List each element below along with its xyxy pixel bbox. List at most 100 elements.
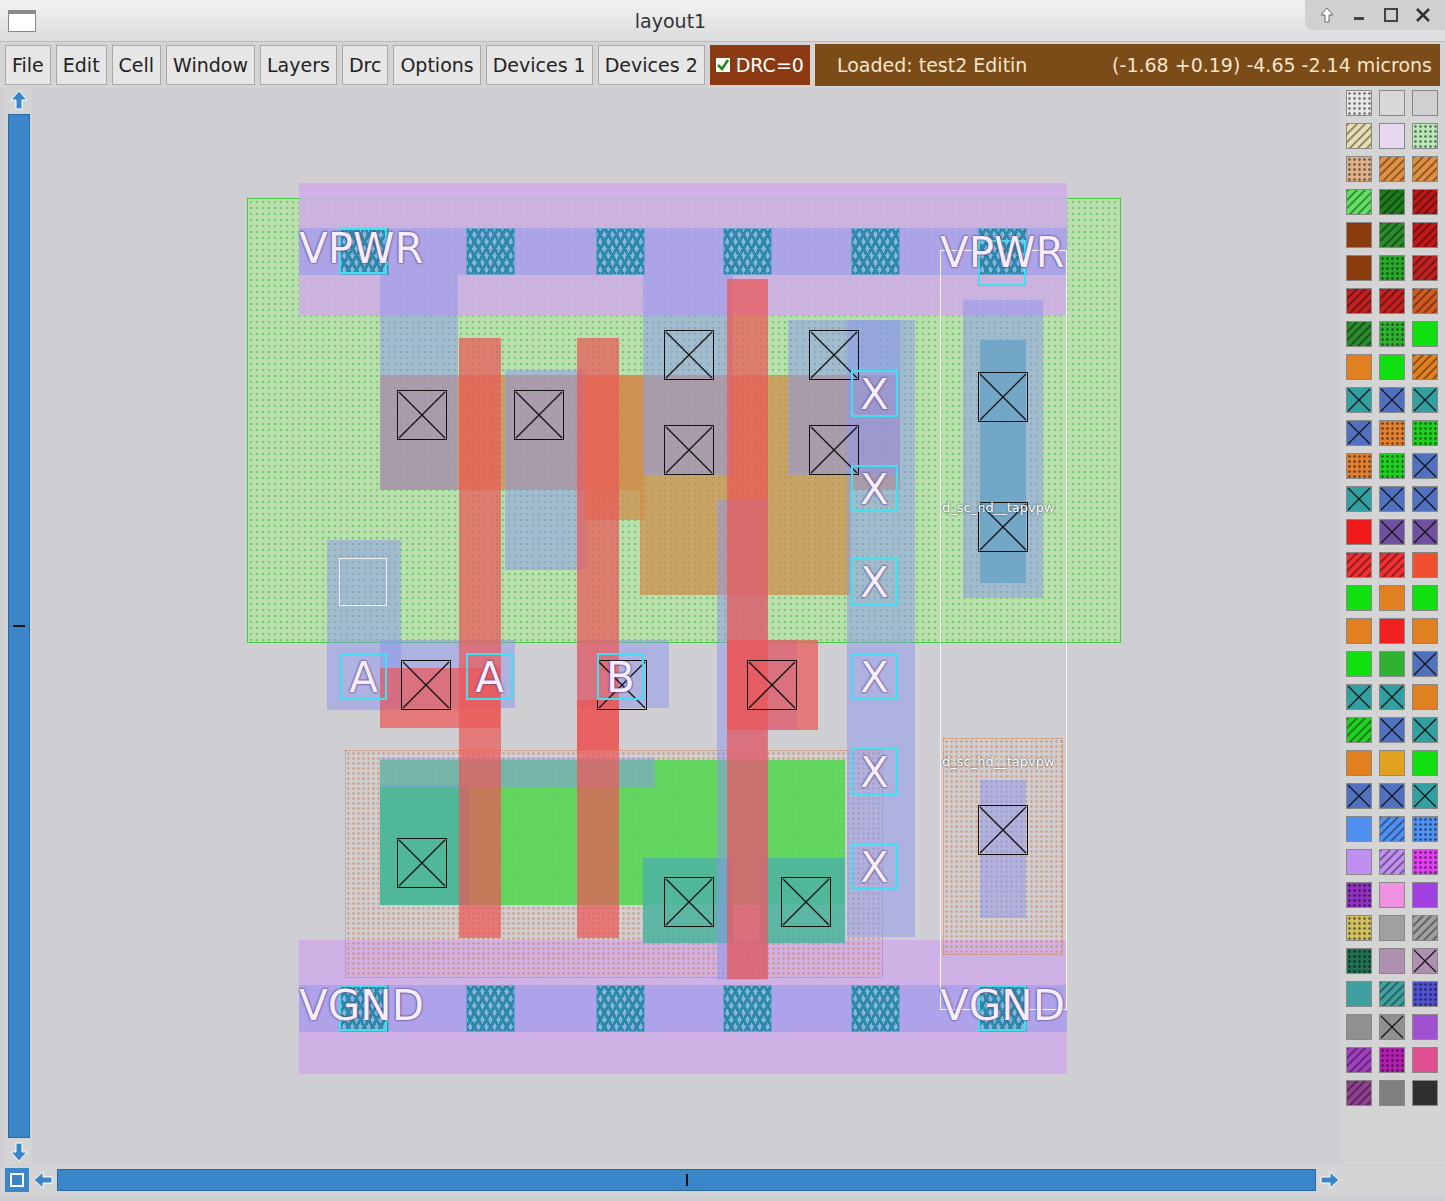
menu-button[interactable]: Devices 2 — [598, 45, 705, 85]
via[interactable] — [596, 228, 645, 275]
close-icon[interactable] — [1413, 5, 1433, 25]
layer-swatch[interactable] — [1346, 123, 1372, 149]
layer-swatch[interactable] — [1412, 387, 1438, 413]
layer-swatch[interactable] — [1346, 1047, 1372, 1073]
layer-swatch[interactable] — [1412, 1014, 1438, 1040]
layer-swatch[interactable] — [1379, 882, 1405, 908]
contact[interactable] — [401, 660, 451, 710]
scroll-track[interactable] — [57, 1169, 1316, 1191]
menu-button[interactable]: File — [5, 45, 51, 85]
via[interactable] — [723, 985, 772, 1032]
layer-swatch[interactable] — [1412, 816, 1438, 842]
layer-swatch[interactable] — [1346, 849, 1372, 875]
maximize-icon[interactable] — [1381, 5, 1401, 25]
layer-swatch[interactable] — [1346, 552, 1372, 578]
net-label[interactable]: X — [851, 465, 898, 512]
menu-button[interactable]: Window — [166, 45, 255, 85]
layer-swatch[interactable] — [1379, 288, 1405, 314]
net-label[interactable]: VPWR — [299, 226, 424, 272]
layer-swatch[interactable] — [1412, 453, 1438, 479]
scroll-left-icon[interactable] — [31, 1168, 55, 1192]
layer-swatch[interactable] — [1346, 750, 1372, 776]
menu-button[interactable]: Edit — [56, 45, 107, 85]
menu-button[interactable]: Options — [393, 45, 480, 85]
layout-shape[interactable] — [643, 275, 733, 475]
scroll-track[interactable] — [8, 114, 30, 1138]
layer-swatch[interactable] — [1412, 189, 1438, 215]
layout-shape[interactable] — [980, 780, 1026, 918]
layout-shape[interactable] — [505, 370, 585, 570]
net-label[interactable]: B — [597, 653, 644, 700]
layer-swatch[interactable] — [1346, 684, 1372, 710]
drc-toggle[interactable]: DRC=0 — [710, 45, 810, 85]
layer-swatch[interactable] — [1346, 585, 1372, 611]
contact[interactable] — [664, 330, 714, 380]
net-label[interactable]: X — [851, 558, 898, 605]
layer-swatch[interactable] — [1346, 882, 1372, 908]
layer-swatch[interactable] — [1379, 849, 1405, 875]
layer-swatch[interactable] — [1379, 453, 1405, 479]
layer-swatch[interactable] — [1379, 420, 1405, 446]
layer-swatch[interactable] — [1346, 1014, 1372, 1040]
menu-button[interactable]: Devices 1 — [486, 45, 593, 85]
net-label[interactable]: X — [851, 370, 898, 417]
layer-swatch[interactable] — [1346, 255, 1372, 281]
layer-swatch[interactable] — [1346, 486, 1372, 512]
contact[interactable] — [514, 390, 564, 440]
layer-swatch[interactable] — [1346, 816, 1372, 842]
net-label[interactable]: X — [851, 748, 898, 795]
layer-swatch[interactable] — [1412, 1080, 1438, 1106]
net-label[interactable]: A — [466, 653, 513, 700]
layer-swatch[interactable] — [1379, 618, 1405, 644]
layer-swatch[interactable] — [1412, 948, 1438, 974]
horizontal-scrollbar[interactable] — [0, 1166, 1445, 1194]
layer-swatch[interactable] — [1379, 552, 1405, 578]
layer-swatch[interactable] — [1346, 618, 1372, 644]
layer-swatch[interactable] — [1346, 420, 1372, 446]
zoom-box[interactable] — [5, 1168, 29, 1192]
layer-swatch[interactable] — [1346, 1080, 1372, 1106]
layer-swatch[interactable] — [1412, 156, 1438, 182]
layer-swatch[interactable] — [1346, 222, 1372, 248]
layer-swatch[interactable] — [1412, 618, 1438, 644]
menu-button[interactable]: Drc — [342, 45, 388, 85]
layer-swatch[interactable] — [1412, 222, 1438, 248]
via[interactable] — [723, 228, 772, 275]
layer-swatch[interactable] — [1379, 915, 1405, 941]
layer-swatch[interactable] — [1412, 123, 1438, 149]
layout-shape[interactable] — [339, 558, 387, 606]
layer-swatch[interactable] — [1379, 816, 1405, 842]
menu-button[interactable]: Layers — [260, 45, 337, 85]
vertical-scrollbar[interactable] — [5, 88, 32, 1164]
layout-canvas[interactable]: VPWRVGNDVPWRVGNDAABXXXXXXd_sc_hd__tapvpw… — [32, 88, 1343, 1164]
layer-swatch[interactable] — [1346, 90, 1372, 116]
cell-name[interactable]: d_sc_hd__tapvpw — [942, 500, 1055, 515]
layer-swatch[interactable] — [1346, 321, 1372, 347]
layer-swatch[interactable] — [1412, 255, 1438, 281]
layer-swatch[interactable] — [1412, 981, 1438, 1007]
layer-swatch[interactable] — [1412, 717, 1438, 743]
layer-swatch[interactable] — [1379, 90, 1405, 116]
layer-swatch[interactable] — [1412, 288, 1438, 314]
layer-swatch[interactable] — [1412, 585, 1438, 611]
layout-shape[interactable] — [940, 250, 1067, 1010]
layer-swatch[interactable] — [1346, 453, 1372, 479]
layout-shape[interactable] — [760, 858, 845, 943]
layer-swatch[interactable] — [1379, 717, 1405, 743]
layer-swatch[interactable] — [1412, 420, 1438, 446]
via[interactable] — [596, 985, 645, 1032]
layer-swatch[interactable] — [1346, 288, 1372, 314]
layer-swatch[interactable] — [1379, 387, 1405, 413]
layer-swatch[interactable] — [1346, 354, 1372, 380]
layout-shape[interactable] — [380, 785, 470, 905]
drc-checkbox[interactable] — [716, 58, 730, 72]
menu-button[interactable]: Cell — [112, 45, 162, 85]
contact[interactable] — [978, 372, 1028, 422]
layer-swatch[interactable] — [1379, 684, 1405, 710]
via[interactable] — [466, 228, 515, 275]
layer-swatch[interactable] — [1412, 519, 1438, 545]
layout-shape[interactable] — [577, 700, 619, 750]
net-label[interactable]: VPWR — [940, 230, 1065, 276]
layer-swatch[interactable] — [1346, 156, 1372, 182]
contact[interactable] — [397, 390, 447, 440]
